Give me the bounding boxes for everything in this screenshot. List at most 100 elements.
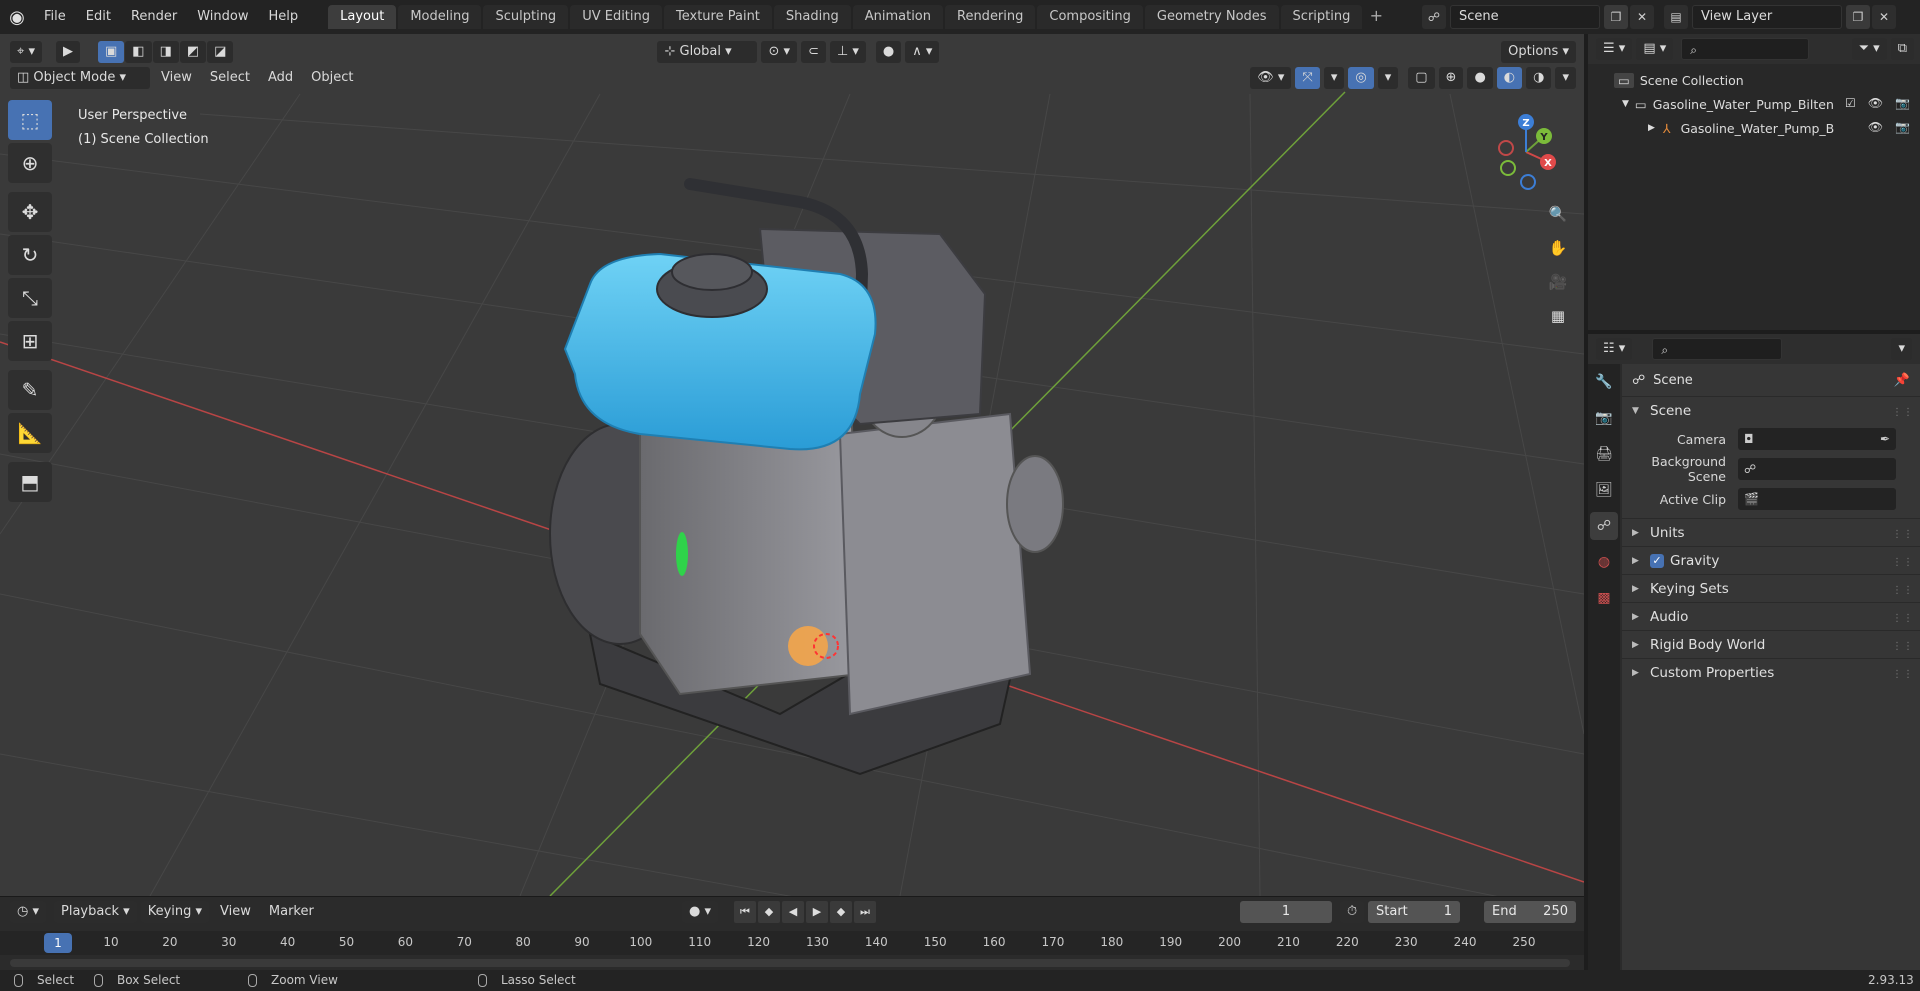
shading-solid-icon[interactable]: ● <box>1467 67 1493 89</box>
current-frame-marker[interactable]: 1 <box>44 933 72 953</box>
select-mode-extend-icon[interactable]: ◧ <box>125 41 152 63</box>
annotate-tool-icon[interactable]: ✎ <box>8 370 52 410</box>
tab-uv-editing[interactable]: UV Editing <box>570 5 663 29</box>
marker-menu[interactable]: Marker <box>262 901 321 923</box>
outliner-editor-type-button[interactable]: ☰ ▾ <box>1596 38 1633 60</box>
shading-dropdown[interactable]: ▾ <box>1555 67 1576 89</box>
tab-texture-paint[interactable]: Texture Paint <box>664 5 772 29</box>
menu-view[interactable]: View <box>154 67 199 89</box>
menu-edit[interactable]: Edit <box>76 0 121 34</box>
filter-dropdown[interactable]: ⏷ ▾ <box>1851 38 1887 60</box>
scale-tool-icon[interactable]: ⤡ <box>8 278 52 318</box>
rigid-body-world-section-header[interactable]: ▶ Rigid Body World ⋮⋮ <box>1622 630 1920 658</box>
gizmo-toggle-icon[interactable]: ⤧ <box>1295 67 1320 89</box>
background-scene-field[interactable]: ☍ <box>1738 458 1896 480</box>
cursor-tool-icon[interactable]: ⊕ <box>8 143 52 183</box>
camera-field[interactable]: ◘ ✒ <box>1738 428 1896 450</box>
viewlayer-name-field[interactable]: View Layer <box>1692 5 1842 29</box>
new-viewlayer-icon[interactable]: ❐ <box>1846 5 1870 29</box>
new-collection-icon[interactable]: ⧉ <box>1890 38 1914 60</box>
tool-tab-icon[interactable]: 🔧 <box>1590 368 1618 396</box>
display-mode-dropdown[interactable]: ▤ ▾ <box>1636 38 1674 60</box>
tab-animation[interactable]: Animation <box>852 5 943 29</box>
mode-dropdown[interactable]: ◫ Object Mode ▾ <box>10 67 150 89</box>
jump-end-icon[interactable]: ⏭ <box>854 901 876 923</box>
measure-tool-icon[interactable]: 📐 <box>8 413 52 453</box>
tab-scripting[interactable]: Scripting <box>1280 5 1363 29</box>
proportional-falloff-icon[interactable]: ∧ ▾ <box>905 41 940 63</box>
timeline-editor-type-button[interactable]: ◷ ▾ <box>10 901 47 923</box>
drag-handle-icon[interactable]: ⋮⋮ <box>1892 641 1914 652</box>
pump-model[interactable] <box>549 178 1064 776</box>
snap-toggle-icon[interactable]: ⊂ <box>801 41 826 63</box>
outliner-scene-collection[interactable]: ▭ Scene Collection <box>1588 68 1920 92</box>
exclude-checkbox-icon[interactable]: ☑ <box>1845 96 1856 110</box>
editor-type-button[interactable]: ⌖ ▾ <box>10 41 42 63</box>
outliner-search-input[interactable]: ⌕ <box>1681 38 1810 60</box>
delete-scene-icon[interactable]: ✕ <box>1630 5 1654 29</box>
options-dropdown[interactable]: Options ▾ <box>1501 41 1576 63</box>
custom-properties-section-header[interactable]: ▶ Custom Properties ⋮⋮ <box>1622 658 1920 686</box>
transform-orientation-dropdown[interactable]: ⊹ Global ▾ <box>657 41 758 63</box>
active-clip-field[interactable]: 🎬 <box>1738 488 1896 510</box>
audio-section-header[interactable]: ▶ Audio ⋮⋮ <box>1622 602 1920 630</box>
expand-arrow-icon[interactable]: ▶ <box>1648 123 1655 133</box>
gizmo-dropdown[interactable]: ▾ <box>1323 67 1345 89</box>
texture-tab-icon[interactable]: ▩ <box>1590 584 1618 612</box>
expand-arrow-icon[interactable]: ▼ <box>1622 99 1629 109</box>
play-icon[interactable]: ▶ <box>806 901 828 923</box>
new-scene-icon[interactable]: ❐ <box>1604 5 1628 29</box>
overlay-dropdown[interactable]: ▾ <box>1377 67 1399 89</box>
frame-ruler[interactable]: 1 10 20 30 40 50 60 70 80 90 100 110 120 130 140 150 160… <box>0 931 1584 955</box>
drag-handle-icon[interactable]: ⋮⋮ <box>1892 557 1914 568</box>
jump-start-icon[interactable]: ⏮ <box>734 901 756 923</box>
viewport-scene[interactable] <box>0 34 1584 896</box>
select-mode-intersect-icon[interactable]: ◪ <box>207 41 234 63</box>
drag-handle-icon[interactable]: ⋮⋮ <box>1892 407 1914 418</box>
ortho-toggle-icon[interactable]: ▦ <box>1544 302 1572 330</box>
menu-file[interactable]: File <box>34 0 76 34</box>
timeline-scrollbar[interactable] <box>10 959 1570 967</box>
tab-shading[interactable]: Shading <box>773 5 851 29</box>
drag-handle-icon[interactable]: ⋮⋮ <box>1892 585 1914 596</box>
keying-menu[interactable]: Keying ▾ <box>140 901 210 923</box>
render-tab-icon[interactable]: 📷 <box>1590 404 1618 432</box>
preview-range-icon[interactable]: ⏱ <box>1340 901 1365 923</box>
scene-section-header[interactable]: ▼ Scene ⋮⋮ <box>1622 396 1920 424</box>
tab-sculpting[interactable]: Sculpting <box>483 5 569 29</box>
menu-select[interactable]: Select <box>203 67 257 89</box>
select-tool-icon[interactable]: ▶ <box>55 41 80 63</box>
tab-modeling[interactable]: Modeling <box>398 5 482 29</box>
menu-window[interactable]: Window <box>187 0 258 34</box>
gravity-checkbox[interactable]: ✓ <box>1650 553 1664 568</box>
navigation-gizmo[interactable]: X Y Z <box>1486 112 1566 192</box>
timeline-view-menu[interactable]: View <box>213 901 258 923</box>
drag-handle-icon[interactable]: ⋮⋮ <box>1892 669 1914 680</box>
3d-viewport[interactable]: ⌖ ▾ ▶ ▣ ◧ ◨ ◩ ◪ ⊹ Global ▾ ⊙ ▾ ⊂ ⊥ ▾ ● ∧… <box>0 34 1584 896</box>
units-section-header[interactable]: ▶ Units ⋮⋮ <box>1622 518 1920 546</box>
eyedropper-icon[interactable]: ✒ <box>1880 432 1890 446</box>
prev-keyframe-icon[interactable]: ◆ <box>758 901 780 923</box>
shading-rendered-icon[interactable]: ◑ <box>1526 67 1552 89</box>
next-keyframe-icon[interactable]: ◆ <box>830 901 852 923</box>
properties-options-dropdown[interactable]: ▾ <box>1891 338 1912 360</box>
delete-viewlayer-icon[interactable]: ✕ <box>1872 5 1896 29</box>
visibility-eye-icon[interactable]: 👁 <box>1868 96 1883 110</box>
zoom-icon[interactable]: 🔍 <box>1544 200 1572 228</box>
outliner-item-collection[interactable]: ▼ ▭ Gasoline_Water_Pump_Bilten ☑ 👁 📷 <box>1588 92 1920 116</box>
properties-editor-type-button[interactable]: ☷ ▾ <box>1596 338 1633 360</box>
end-frame-field[interactable]: End 250 <box>1484 901 1576 923</box>
rotate-tool-icon[interactable]: ↻ <box>8 235 52 275</box>
pivot-point-dropdown[interactable]: ⊙ ▾ <box>761 41 798 63</box>
select-box-tool-icon[interactable]: ⬚ <box>8 100 52 140</box>
pan-hand-icon[interactable]: ✋ <box>1544 234 1572 262</box>
blender-logo-icon[interactable]: ◉ <box>0 0 34 34</box>
render-camera-icon[interactable]: 📷 <box>1895 120 1910 134</box>
record-toggle-icon[interactable]: ● ▾ <box>682 901 719 923</box>
menu-object[interactable]: Object <box>304 67 360 89</box>
drag-handle-icon[interactable]: ⋮⋮ <box>1892 529 1914 540</box>
start-frame-field[interactable]: Start 1 <box>1368 901 1460 923</box>
shading-material-icon[interactable]: ◐ <box>1496 67 1523 89</box>
shading-wireframe-icon[interactable]: ⊕ <box>1438 67 1464 89</box>
playback-menu[interactable]: Playback ▾ <box>54 901 137 923</box>
